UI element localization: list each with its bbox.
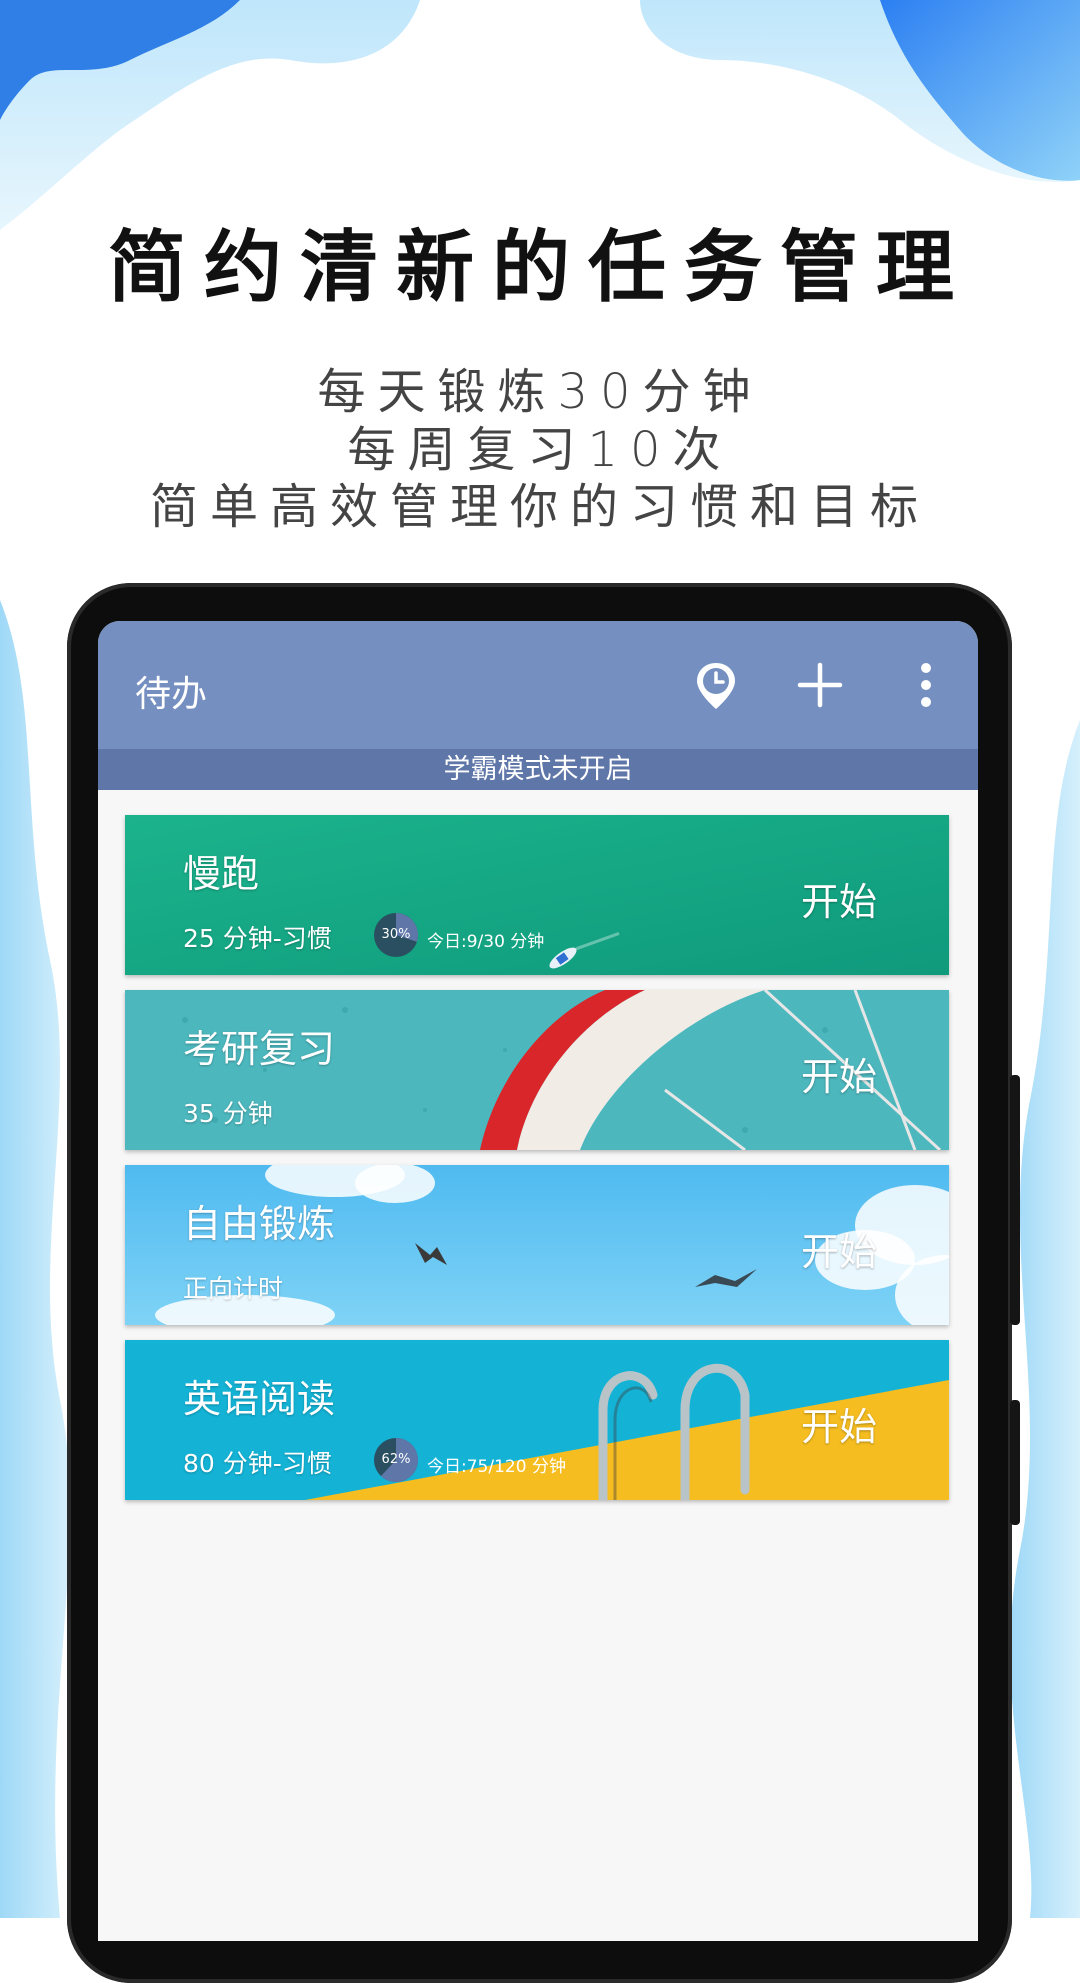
- task-card-jogging[interactable]: 慢跑 25 分钟-习惯 30% 今日:9/30 分钟 开始: [125, 815, 949, 975]
- today-progress: 今日:9/30 分钟: [427, 932, 545, 952]
- app-bar: 待办: [98, 621, 978, 749]
- focus-mode-status[interactable]: 学霸模式未开启: [98, 749, 978, 790]
- start-button[interactable]: 开始: [801, 871, 877, 926]
- app-title: 待办: [135, 674, 208, 715]
- task-card-english-reading[interactable]: 英语阅读 80 分钟-习惯 62% 今日:75/120 分钟 开始: [125, 1340, 949, 1500]
- add-icon[interactable]: [792, 657, 848, 713]
- task-card-exam-review[interactable]: 考研复习 35 分钟 开始: [125, 990, 949, 1150]
- more-vert-icon[interactable]: [898, 657, 954, 713]
- start-button[interactable]: 开始: [801, 1396, 877, 1451]
- task-duration: 35 分钟: [183, 1099, 273, 1128]
- today-progress: 今日:75/120 分钟: [427, 1457, 566, 1477]
- progress-pie: 30%: [373, 912, 419, 958]
- task-title: 慢跑: [183, 852, 260, 896]
- task-card-free-exercise[interactable]: 自由锻炼 正向计时 开始: [125, 1165, 949, 1325]
- clock-pin-icon[interactable]: [688, 657, 744, 713]
- promo-headline: 简约清新的任务管理: [107, 223, 972, 313]
- task-duration: 80 分钟-习惯: [183, 1449, 332, 1478]
- progress-pie: 62%: [373, 1437, 419, 1483]
- start-button[interactable]: 开始: [801, 1046, 877, 1101]
- task-mode: 正向计时: [183, 1274, 284, 1303]
- app-screen: 待办 学霸模式未开启 慢跑 25 分钟-习惯 30% 今日:9/30 分钟 开始…: [98, 621, 978, 1941]
- volume-button: [1010, 1075, 1020, 1325]
- promo-line-3: 简单高效管理你的习惯和目标: [149, 479, 930, 535]
- progress-percent: 62%: [381, 1452, 411, 1467]
- start-button[interactable]: 开始: [801, 1221, 877, 1276]
- task-duration: 25 分钟-习惯: [183, 924, 332, 953]
- progress-percent: 30%: [381, 927, 411, 942]
- task-title: 自由锻炼: [183, 1202, 336, 1246]
- power-button: [1010, 1400, 1020, 1525]
- task-title: 考研复习: [183, 1027, 336, 1071]
- task-title: 英语阅读: [183, 1377, 336, 1421]
